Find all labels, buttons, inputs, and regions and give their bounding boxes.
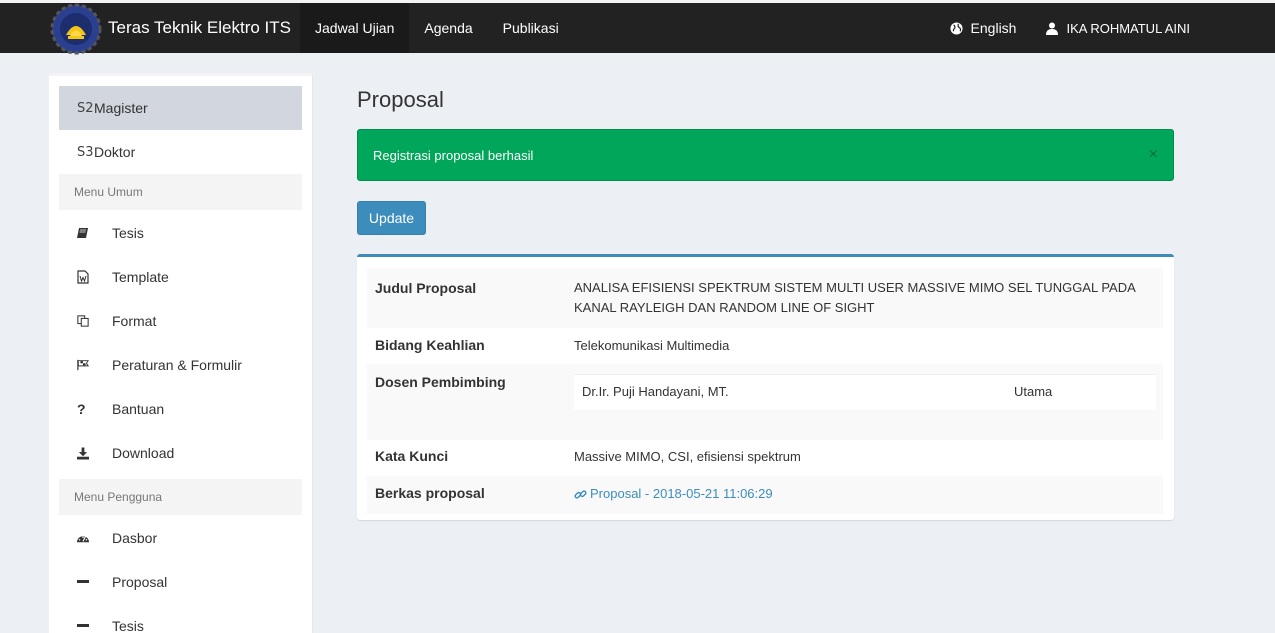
sidebar-item-download[interactable]: Download xyxy=(59,431,302,475)
nav-jadwal-ujian[interactable]: Jadwal Ujian xyxy=(300,3,410,53)
sidebar-item-magister[interactable]: S2 Magister xyxy=(59,86,302,130)
globe-icon xyxy=(950,21,963,35)
page-title: Proposal xyxy=(357,87,444,112)
detail-value: Massive MIMO, CSI, efisiensi spektrum xyxy=(574,449,801,464)
sidebar-item-label: Doktor xyxy=(94,144,136,160)
sidebar-item-tesis[interactable]: Tesis xyxy=(59,211,302,255)
menu-umum-header: Menu Umum xyxy=(59,174,302,210)
sidebar-item-peraturan[interactable]: Peraturan & Formulir xyxy=(59,343,302,387)
dosen-role: Utama xyxy=(1014,384,1053,399)
its-logo-icon xyxy=(50,3,102,55)
detail-row-berkas: Berkas proposal Proposal - 2018-05-21 11… xyxy=(367,476,1163,514)
sidebar-item-template[interactable]: Template xyxy=(59,255,302,299)
sidebar-item-dasbor[interactable]: Dasbor xyxy=(59,516,302,560)
proposal-details-box: Judul Proposal ANALISA EFISIENSI SPEKTRU… xyxy=(357,254,1174,520)
proposal-file-label: Proposal - 2018-05-21 11:06:29 xyxy=(590,486,773,501)
link-icon xyxy=(574,489,587,499)
s2-code: S2 xyxy=(77,100,94,116)
close-icon[interactable]: × xyxy=(1149,146,1158,164)
sidebar-item-tesis-user[interactable]: Tesis xyxy=(59,604,302,633)
menu-pengguna-header: Menu Pengguna xyxy=(59,479,302,515)
sidebar-item-label: Proposal xyxy=(112,574,168,590)
dosen-name: Dr.Ir. Puji Handayani, MT. xyxy=(582,384,729,399)
sidebar-item-doktor[interactable]: S3 Doktor xyxy=(59,130,302,174)
proposal-file-link[interactable]: Proposal - 2018-05-21 11:06:29 xyxy=(574,484,773,504)
sidebar-item-format[interactable]: Format xyxy=(59,299,302,343)
top-navbar: Teras Teknik Elektro ITS Jadwal Ujian Ag… xyxy=(0,0,1275,55)
detail-row-judul: Judul Proposal ANALISA EFISIENSI SPEKTRU… xyxy=(367,268,1163,328)
detail-row-kata-kunci: Kata Kunci Massive MIMO, CSI, efisiensi … xyxy=(367,440,1163,476)
sidebar-item-label: Dasbor xyxy=(112,530,158,546)
sidebar: S2 Magister S3 Doktor Menu Umum Tesis Te… xyxy=(49,73,313,633)
detail-label: Berkas proposal xyxy=(375,485,485,501)
detail-value: ANALISA EFISIENSI SPEKTRUM SISTEM MULTI … xyxy=(574,280,1136,315)
sidebar-item-label: Tesis xyxy=(112,225,144,241)
brand[interactable]: Teras Teknik Elektro ITS xyxy=(50,3,291,55)
detail-label: Kata Kunci xyxy=(375,448,449,464)
detail-label: Bidang Keahlian xyxy=(375,337,485,353)
sidebar-item-bantuan[interactable]: ? Bantuan xyxy=(59,387,302,431)
update-button[interactable]: Update xyxy=(357,201,426,235)
word-file-icon xyxy=(59,270,89,284)
nav-agenda[interactable]: Agenda xyxy=(409,3,487,53)
flag-icon xyxy=(59,359,89,371)
sidebar-item-label: Format xyxy=(112,313,157,329)
detail-row-dosen: Dosen Pembimbing Dr.Ir. Puji Handayani, … xyxy=(367,364,1163,440)
user-menu[interactable]: IKA ROHMATUL AINI xyxy=(1046,21,1190,36)
brand-title: Teras Teknik Elektro ITS xyxy=(108,18,291,37)
nav-publikasi[interactable]: Publikasi xyxy=(488,3,574,53)
language-switch[interactable]: English xyxy=(950,20,1017,36)
dashboard-icon xyxy=(59,532,89,544)
language-label: English xyxy=(970,20,1017,36)
detail-label: Judul Proposal xyxy=(375,280,477,296)
minus-icon xyxy=(59,624,89,628)
book-icon xyxy=(59,227,89,239)
minus-icon xyxy=(59,580,89,584)
sidebar-item-proposal[interactable]: Proposal xyxy=(59,560,302,604)
top-right-menu: English IKA ROHMATUL AINI xyxy=(920,3,1190,53)
s3-code: S3 xyxy=(77,144,94,160)
sidebar-item-label: Bantuan xyxy=(112,401,165,417)
success-alert: Registrasi proposal berhasil × xyxy=(357,129,1174,181)
detail-label: Dosen Pembimbing xyxy=(375,374,506,390)
sidebar-item-label: Peraturan & Formulir xyxy=(112,357,242,373)
question-icon: ? xyxy=(77,401,86,417)
detail-value: Proposal - 2018-05-21 11:06:29 xyxy=(574,484,1139,507)
sidebar-item-label: Magister xyxy=(94,100,148,116)
top-nav: Jadwal Ujian Agenda Publikasi xyxy=(300,3,574,53)
alert-message: Registrasi proposal berhasil xyxy=(373,147,534,163)
download-icon xyxy=(59,447,89,460)
user-name: IKA ROHMATUL AINI xyxy=(1066,20,1190,36)
user-icon xyxy=(1046,22,1059,35)
detail-row-bidang: Bidang Keahlian Telekomunikasi Multimedi… xyxy=(367,328,1163,364)
copy-icon xyxy=(59,314,89,328)
sidebar-item-label: Tesis xyxy=(112,618,144,633)
sidebar-item-label: Template xyxy=(112,269,169,285)
detail-value: Telekomunikasi Multimedia xyxy=(574,338,730,353)
dosen-table: Dr.Ir. Puji Handayani, MT. Utama xyxy=(574,374,1156,410)
sidebar-item-label: Download xyxy=(112,445,175,461)
